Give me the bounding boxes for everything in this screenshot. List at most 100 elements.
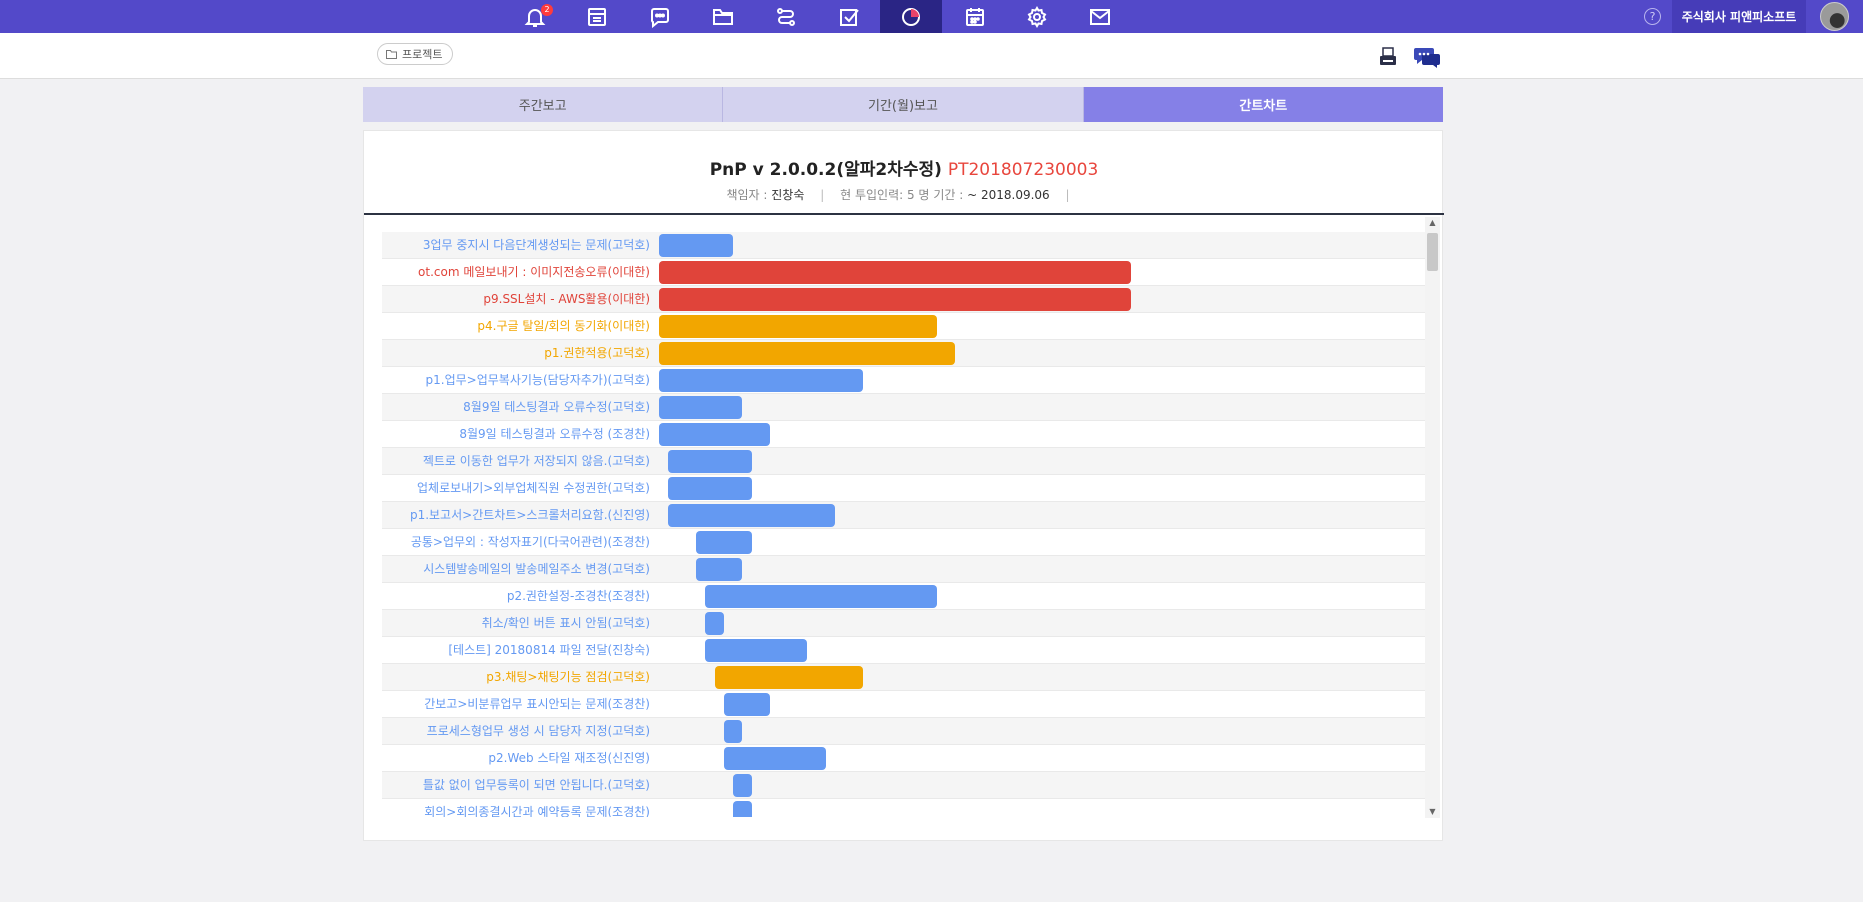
task-label[interactable]: p2.권한설정-조경찬(조경찬) — [382, 583, 650, 610]
task-label[interactable]: p9.SSL설치 - AWS활용(이대한) — [382, 286, 650, 313]
task-bar[interactable] — [668, 504, 835, 527]
gantt-row[interactable]: p2.Web 스타일 재조정(신진영) — [382, 745, 1425, 772]
avatar[interactable] — [1820, 2, 1849, 31]
task-label-text: ot.com 메일보내기 : 이미지전송오류(이대한) — [418, 265, 650, 279]
task-bar[interactable] — [723, 720, 743, 743]
task-label[interactable]: 공통>업무외 : 작성자표기(다국어관련)(조경찬) — [382, 529, 650, 556]
board-icon[interactable] — [566, 0, 628, 33]
task-label[interactable]: 8월9일 테스팅결과 오류수정(고덕호) — [382, 394, 650, 421]
task-label[interactable]: p1.업무>업무복사기능(담당자추가)(고덕호) — [382, 367, 651, 394]
task-bar[interactable] — [659, 342, 955, 365]
task-label[interactable]: 젝트로 이동한 업무가 저장되지 않음.(고덕호) — [382, 448, 650, 475]
task-label[interactable]: ot.com 메일보내기 : 이미지전송오류(이대한) — [382, 259, 650, 286]
task-label[interactable]: 회의>회의종결시간과 예약등록 문제(조경찬) — [382, 799, 650, 817]
staff-value: 5 명 — [906, 188, 930, 202]
mail-icon[interactable] — [1069, 0, 1131, 33]
chat-icon[interactable] — [629, 0, 691, 33]
task-label[interactable]: [테스트] 20180814 파일 전달(진창숙) — [382, 637, 650, 664]
tab-period-report[interactable]: 기간(월)보고 — [723, 87, 1084, 122]
gantt-row[interactable]: 8월9일 테스팅결과 오류수정 (조경찬) — [382, 421, 1425, 448]
task-label[interactable]: 업체로보내기>외부업체직원 수정권한(고덕호) — [382, 475, 650, 502]
gantt-row[interactable]: 젝트로 이동한 업무가 저장되지 않음.(고덕호) — [382, 448, 1425, 475]
company-name[interactable]: 주식회사 피앤피소프트 — [1672, 0, 1806, 33]
task-label-text: p1.업무>업무복사기능(담당자추가)(고덕호) — [425, 373, 651, 387]
gantt-row[interactable]: 회의>회의종결시간과 예약등록 문제(조경찬) — [382, 799, 1425, 817]
task-label[interactable]: 취소/확인 버튼 표시 안됨(고덕호) — [382, 610, 650, 637]
scroll-up-arrow-icon[interactable]: ▲ — [1425, 217, 1440, 229]
gantt-row[interactable]: 공통>업무외 : 작성자표기(다국어관련)(조경찬) — [382, 529, 1425, 556]
gantt-scrollbar[interactable]: ▲ ▼ — [1425, 217, 1440, 818]
printer-icon[interactable] — [1378, 47, 1398, 67]
gantt-row[interactable]: 시스템발송메일의 발송메일주소 변경(고덕호) — [382, 556, 1425, 583]
task-bar[interactable] — [659, 423, 770, 446]
gantt-row[interactable]: [테스트] 20180814 파일 전달(진창숙) — [382, 637, 1425, 664]
folder-icon[interactable] — [692, 0, 754, 33]
task-label-text: p2.Web 스타일 재조정(신진영) — [488, 751, 650, 765]
messenger-icon[interactable] — [1413, 45, 1441, 69]
gantt-row[interactable]: 간보고>비분류업무 표시안되는 문제(조경찬) — [382, 691, 1425, 718]
task-label[interactable]: p1.권한적용(고덕호) — [382, 340, 650, 367]
task-bar[interactable] — [659, 261, 1131, 284]
gantt-row[interactable]: p1.권한적용(고덕호) — [382, 340, 1425, 367]
task-label[interactable]: 틀값 없이 업무등록이 되면 안됩니다.(고덕호) — [382, 772, 650, 799]
task-label[interactable]: 시스템발송메일의 발송메일주소 변경(고덕호) — [382, 556, 650, 583]
gantt-row[interactable]: p1.업무>업무복사기능(담당자추가)(고덕호) — [382, 367, 1425, 394]
task-bar[interactable] — [659, 315, 937, 338]
task-bar[interactable] — [659, 396, 743, 419]
task-label-text: p1.보고서>간트차트>스크롤처리요함.(신진영) — [409, 508, 650, 522]
gantt-row[interactable]: p4.구글 탈일/회의 동기화(이대한) — [382, 313, 1425, 340]
task-bar[interactable] — [723, 747, 826, 770]
task-label[interactable]: 간보고>비분류업무 표시안되는 문제(조경찬) — [382, 691, 650, 718]
gantt-row[interactable]: 틀값 없이 업무등록이 되면 안됩니다.(고덕호) — [382, 772, 1425, 799]
task-bar[interactable] — [705, 612, 724, 635]
task-label-text: 3업무 중지시 다음단계생성되는 문제(고덕호) — [422, 238, 650, 252]
task-label[interactable]: 프로세스형업무 생성 시 담당자 지정(고덕호) — [382, 718, 650, 745]
task-bar[interactable] — [668, 477, 752, 500]
gantt-row[interactable]: p1.보고서>간트차트>스크롤처리요함.(신진영) — [382, 502, 1425, 529]
task-bar[interactable] — [705, 639, 807, 662]
task-bar[interactable] — [659, 288, 1131, 311]
task-label[interactable]: 3업무 중지시 다음단계생성되는 문제(고덕호) — [382, 232, 650, 259]
task-label[interactable]: p2.Web 스타일 재조정(신진영) — [382, 745, 650, 772]
scroll-down-arrow-icon[interactable]: ▼ — [1425, 806, 1440, 818]
task-bar[interactable] — [733, 774, 752, 797]
task-bar[interactable] — [723, 693, 770, 716]
bell-icon[interactable]: 2 — [504, 0, 566, 33]
gantt-row[interactable]: ot.com 메일보내기 : 이미지전송오류(이대한) — [382, 259, 1425, 286]
project-label: 프로젝트 — [402, 48, 443, 61]
gantt-row[interactable]: 취소/확인 버튼 표시 안됨(고덕호) — [382, 610, 1425, 637]
help-icon[interactable]: ? — [1644, 8, 1661, 25]
task-bar[interactable] — [733, 801, 752, 817]
calendar-icon[interactable] — [944, 0, 1006, 33]
task-label-text: p4.구글 탈일/회의 동기화(이대한) — [477, 319, 650, 333]
sub-header: 프로젝트 — [0, 33, 1863, 79]
task-bar[interactable] — [659, 234, 733, 257]
project-breadcrumb[interactable]: 프로젝트 — [377, 43, 454, 65]
chart-icon[interactable] — [880, 0, 942, 33]
task-bar[interactable] — [696, 558, 743, 581]
task-bar[interactable] — [714, 666, 863, 689]
task-label[interactable]: 8월9일 테스팅결과 오류수정 (조경찬) — [382, 421, 650, 448]
gear-icon[interactable] — [1006, 0, 1068, 33]
tab-gantt-chart[interactable]: 간트차트 — [1083, 87, 1443, 122]
gantt-row[interactable]: 3업무 중지시 다음단계생성되는 문제(고덕호) — [382, 232, 1425, 259]
task-bar[interactable] — [668, 450, 752, 473]
task-label[interactable]: p4.구글 탈일/회의 동기화(이대한) — [382, 313, 650, 340]
flow-icon[interactable] — [755, 0, 817, 33]
gantt-row[interactable]: 8월9일 테스팅결과 오류수정(고덕호) — [382, 394, 1425, 421]
gantt-row[interactable]: p3.채팅>채팅기능 점검(고덕호) — [382, 664, 1425, 691]
gantt-row[interactable]: 업체로보내기>외부업체직원 수정권한(고덕호) — [382, 475, 1425, 502]
scroll-thumb[interactable] — [1427, 233, 1438, 271]
top-nav-bar: 2 ? 주식회사 피앤피소프트 — [0, 0, 1863, 33]
task-label[interactable]: p1.보고서>간트차트>스크롤처리요함.(신진영) — [382, 502, 650, 529]
task-label-text: 간보고>비분류업무 표시안되는 문제(조경찬) — [424, 697, 650, 711]
gantt-row[interactable]: p9.SSL설치 - AWS활용(이대한) — [382, 286, 1425, 313]
task-bar[interactable] — [696, 531, 752, 554]
checkbox-icon[interactable] — [818, 0, 880, 33]
gantt-row[interactable]: 프로세스형업무 생성 시 담당자 지정(고덕호) — [382, 718, 1425, 745]
task-bar[interactable] — [705, 585, 937, 608]
task-bar[interactable] — [659, 369, 863, 392]
tab-weekly-report[interactable]: 주간보고 — [363, 87, 724, 122]
task-label[interactable]: p3.채팅>채팅기능 점검(고덕호) — [382, 664, 650, 691]
gantt-row[interactable]: p2.권한설정-조경찬(조경찬) — [382, 583, 1425, 610]
